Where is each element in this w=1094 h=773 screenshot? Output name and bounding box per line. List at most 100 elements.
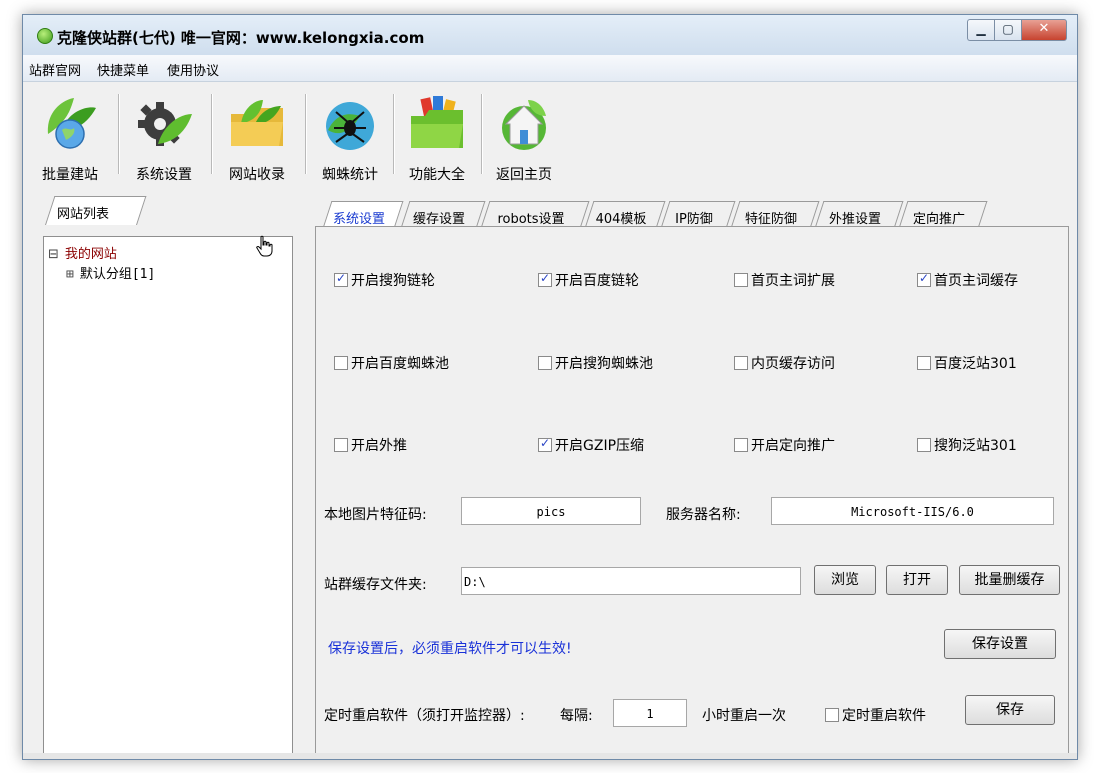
maximize-icon: ▢: [1002, 22, 1014, 36]
tree-child-label: 默认分组[1]: [79, 267, 156, 282]
spider-stats-button[interactable]: 蜘蛛统计: [309, 90, 391, 183]
system-settings-button[interactable]: 系统设置: [123, 90, 205, 183]
minimize-button[interactable]: ▁: [967, 19, 994, 41]
batch-build-button[interactable]: 批量建站: [29, 90, 111, 183]
collapse-icon[interactable]: ⊟: [48, 247, 59, 262]
checkbox-timed-restart[interactable]: 定时重启软件: [825, 705, 926, 725]
save-settings-button[interactable]: 保存设置: [944, 629, 1056, 659]
checkbox-enable-gzip[interactable]: ✓ 开启GZIP压缩: [538, 435, 644, 455]
close-icon: ✕: [1038, 21, 1050, 36]
checkbox-sogou-link-wheel[interactable]: ✓ 开启搜狗链轮: [334, 270, 435, 290]
tab-robots-settings[interactable]: robots设置: [481, 201, 590, 227]
tab-label: IP防御: [675, 212, 713, 227]
gear-leaf-icon: [138, 102, 192, 146]
tree-child-default-group[interactable]: ⊞ 默认分组[1]: [66, 263, 155, 282]
interval-unit-label: 小时重启一次: [702, 708, 786, 724]
check-mark-icon: ✓: [919, 271, 930, 285]
settings-tabs: 系统设置 缓存设置 robots设置 404模板 IP防御 特征防御 外推设置 …: [315, 201, 1055, 231]
checkbox-box[interactable]: ✓: [538, 271, 552, 287]
checkbox-box[interactable]: [917, 438, 931, 452]
checkbox-box[interactable]: [734, 356, 748, 370]
checkbox-enable-push[interactable]: 开启外推: [334, 435, 407, 455]
checkbox-box[interactable]: ✓: [538, 436, 552, 452]
expand-icon[interactable]: ⊞: [66, 267, 74, 282]
window-controls: ▁ ▢ ✕: [967, 19, 1067, 41]
checkbox-label: 定时重启软件: [842, 708, 926, 724]
menu-bar: 站群官网 快捷菜单 使用协议: [23, 55, 1077, 82]
menu-site-official[interactable]: 站群官网: [29, 60, 81, 79]
save-button[interactable]: 保存: [965, 695, 1055, 725]
checkbox-sogou-spider-pool[interactable]: 开启搜狗蜘蛛池: [538, 353, 653, 373]
app-window: 克隆侠站群(七代) 唯一官网：www.kelongxia.com ▁ ▢ ✕ 站…: [22, 14, 1078, 760]
checkbox-box[interactable]: ✓: [334, 271, 348, 287]
check-mark-icon: ✓: [540, 436, 551, 450]
site-list-tab[interactable]: 网站列表: [57, 203, 109, 222]
checkbox-box[interactable]: [334, 438, 348, 452]
home-icon: [502, 100, 546, 150]
maximize-button[interactable]: ▢: [994, 19, 1021, 41]
checkbox-label: 首页主词缓存: [934, 273, 1018, 289]
toolbar: 批量建站 系统设置 网站收录 蜘蛛统计 功能大全 返回主页: [23, 82, 1077, 186]
tool-label: 系统设置: [136, 167, 192, 183]
site-list-panel: 网站列表 ⊟ 我的网站 ⊞ 默认分组[1]: [33, 191, 303, 758]
tree-root-label: 我的网站: [64, 247, 117, 262]
checkbox-box[interactable]: [917, 356, 931, 370]
checkbox-box[interactable]: [538, 356, 552, 370]
close-button[interactable]: ✕: [1021, 19, 1067, 41]
cache-folder-input[interactable]: D:\: [461, 567, 801, 595]
folder-colorful-icon: [411, 96, 463, 148]
browse-button[interactable]: 浏览: [814, 565, 876, 595]
image-code-input[interactable]: pics: [461, 497, 641, 525]
checkbox-box[interactable]: [734, 273, 748, 287]
checkbox-box[interactable]: [334, 356, 348, 370]
checkbox-label: 开启搜狗蜘蛛池: [555, 356, 653, 372]
folder-leaf-icon: [231, 100, 283, 146]
checkbox-inner-cache-access[interactable]: 内页缓存访问: [734, 353, 835, 373]
image-code-label: 本地图片特征码:: [324, 507, 427, 523]
toolbar-separator: [118, 94, 120, 174]
window-title: 克隆侠站群(七代) 唯一官网：www.kelongxia.com: [57, 29, 425, 47]
server-name-input[interactable]: Microsoft-IIS/6.0: [771, 497, 1054, 525]
tab-push-settings[interactable]: 外推设置: [815, 201, 904, 227]
checkbox-box[interactable]: ✓: [917, 271, 931, 287]
checkbox-baidu-301[interactable]: 百度泛站301: [917, 353, 1017, 373]
tab-system-settings[interactable]: 系统设置: [323, 201, 404, 227]
checkbox-directed-promotion[interactable]: 开启定向推广: [734, 435, 835, 455]
all-functions-button[interactable]: 功能大全: [395, 90, 479, 183]
tree-root[interactable]: ⊟ 我的网站: [48, 243, 117, 262]
open-button[interactable]: 打开: [886, 565, 948, 595]
checkbox-label: 首页主词扩展: [751, 273, 835, 289]
home-button[interactable]: 返回主页: [483, 90, 565, 183]
tool-label: 蜘蛛统计: [322, 167, 378, 183]
batch-delete-cache-button[interactable]: 批量删缓存: [959, 565, 1060, 595]
checkbox-baidu-spider-pool[interactable]: 开启百度蜘蛛池: [334, 353, 449, 373]
checkbox-box[interactable]: [825, 708, 839, 722]
tab-label: 缓存设置: [412, 212, 465, 227]
checkbox-home-keyword-cache[interactable]: ✓ 首页主词缓存: [917, 270, 1018, 290]
menu-quick[interactable]: 快捷菜单: [97, 60, 149, 79]
checkbox-home-keyword-expand[interactable]: 首页主词扩展: [734, 270, 835, 290]
checkbox-label: 开启搜狗链轮: [351, 273, 435, 289]
title-bar[interactable]: 克隆侠站群(七代) 唯一官网：www.kelongxia.com ▁ ▢ ✕: [23, 15, 1077, 55]
tab-label: 定向推广: [912, 212, 965, 227]
cache-folder-label: 站群缓存文件夹:: [324, 577, 427, 593]
tab-ip-defense[interactable]: IP防御: [661, 201, 736, 227]
interval-input[interactable]: 1: [613, 699, 687, 727]
checkbox-box[interactable]: [734, 438, 748, 452]
checkbox-baidu-link-wheel[interactable]: ✓ 开启百度链轮: [538, 270, 639, 290]
spider-icon: [326, 102, 374, 150]
hand-cursor-icon: [256, 235, 273, 257]
site-index-button[interactable]: 网站收录: [215, 90, 299, 183]
tab-404-template[interactable]: 404模板: [585, 201, 666, 227]
tab-cache-settings[interactable]: 缓存设置: [401, 201, 486, 227]
checkbox-label: 开启定向推广: [751, 438, 835, 454]
tab-directed-promotion[interactable]: 定向推广: [899, 201, 988, 227]
checkbox-sogou-301[interactable]: 搜狗泛站301: [917, 435, 1017, 455]
menu-agreement[interactable]: 使用协议: [167, 60, 219, 79]
tab-feature-defense[interactable]: 特征防御: [731, 201, 820, 227]
checkbox-label: 开启百度链轮: [555, 273, 639, 289]
leaf-globe-icon: [47, 98, 96, 149]
tab-label: 404模板: [595, 212, 647, 227]
tool-label: 返回主页: [496, 167, 552, 183]
tab-label: robots设置: [497, 212, 565, 227]
